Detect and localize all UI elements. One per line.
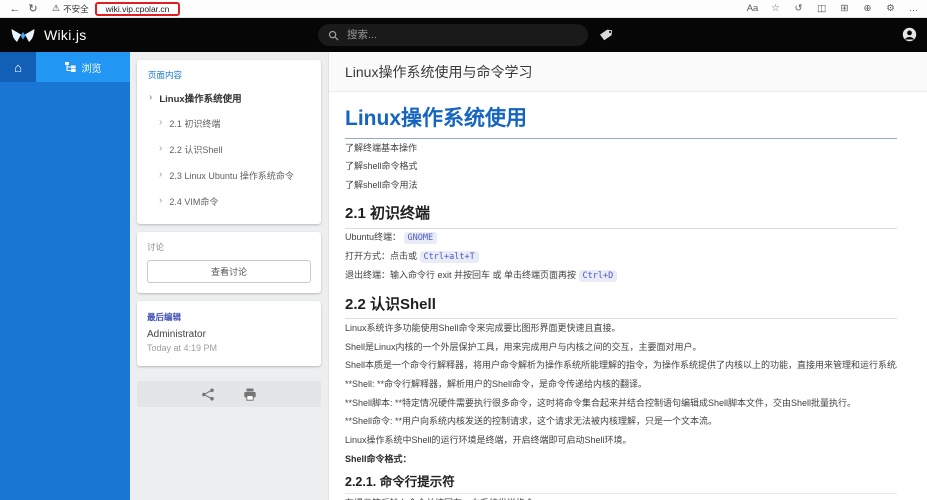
inline-code: Ctrl+D <box>578 270 618 283</box>
account-button[interactable] <box>902 27 917 47</box>
extensions-icon[interactable]: ⚙ <box>883 3 898 14</box>
last-edit-author: Administrator <box>147 329 206 340</box>
discussion-card: 讨论 查看讨论 <box>137 232 321 293</box>
inline-code: Ctrl+alt+T <box>419 251 479 264</box>
wikijs-logo-icon <box>11 28 35 42</box>
body-paragraph: Ubuntu终端： GNOME <box>345 229 897 248</box>
body-paragraph: **Shell: **命令行解释器，解析用户的Shell命令，是命令传递给内核的… <box>345 379 648 390</box>
toc-item-2-2[interactable]: › 2.2 认识Shell <box>147 136 311 162</box>
main-content: Linux操作系统使用与命令学习 Linux操作系统使用 了解终端基本操作 了解… <box>328 52 927 500</box>
history-icon[interactable]: ↺ <box>791 3 806 14</box>
search-icon <box>328 30 339 41</box>
article-body: Linux操作系统使用 了解终端基本操作 了解shell命令格式 了解shell… <box>329 92 927 500</box>
toc-item-label: 2.1 初识终端 <box>169 118 221 129</box>
tag-icon <box>599 29 613 41</box>
toc-item-2-4[interactable]: › 2.4 VIM命令 <box>147 188 311 214</box>
text: Ubuntu终端： <box>345 232 402 243</box>
intro-paragraph: 了解shell命令格式 <box>345 161 418 172</box>
chevron-right-icon: › <box>159 143 163 154</box>
text-size-icon[interactable]: Aa <box>745 3 760 14</box>
text: 打开方式：点击或 <box>345 251 418 262</box>
toc-item-label: 2.4 VIM命令 <box>169 196 219 207</box>
last-edit-time: Today at 4:19 PM <box>147 343 218 353</box>
toc-title: 页面内容 <box>148 70 183 80</box>
section-heading-2-2: 2.2 认识Shell <box>345 291 897 320</box>
account-icon <box>902 27 917 42</box>
toc-card: 页面内容 › Linux操作系统使用 › 2.1 初识终端 › 2.2 认识Sh… <box>137 60 321 224</box>
browse-label: 浏览 <box>81 63 102 75</box>
body-paragraph: 退出终端：输入命令行 exit 并按回车 或 单击终端页面再按 Ctrl+D <box>345 267 897 286</box>
print-icon <box>244 388 256 401</box>
inline-code: GNOME <box>403 232 438 245</box>
toc-root-item[interactable]: › Linux操作系统使用 <box>147 83 311 110</box>
app-header: Wiki.js <box>0 18 927 52</box>
chevron-right-icon: › <box>149 92 153 103</box>
app-logo[interactable]: Wiki.js <box>10 27 87 44</box>
chevron-right-icon: › <box>159 169 163 180</box>
warning-icon: ⚠ <box>52 3 61 13</box>
toc-item-label: 2.2 认识Shell <box>169 144 223 155</box>
tree-icon <box>64 62 76 72</box>
browse-button[interactable]: 浏览 <box>36 52 130 82</box>
more-menu-icon[interactable]: … <box>906 3 921 14</box>
back-icon[interactable]: ← <box>6 3 24 15</box>
chevron-right-icon: › <box>159 117 163 128</box>
print-button[interactable] <box>243 388 257 401</box>
body-paragraph: Linux操作系统中Shell的运行环境是终端，开启终端即可启动Shell环境。 <box>345 435 632 446</box>
browser-essentials-icon[interactable]: ⊕ <box>860 3 875 14</box>
toc-root-label: Linux操作系统使用 <box>159 94 242 105</box>
home-button[interactable]: ⌂ <box>0 52 36 82</box>
body-paragraph: 打开方式：点击或 Ctrl+alt+T <box>345 248 897 267</box>
page-actions-bar <box>137 381 321 407</box>
chevron-right-icon: › <box>159 195 163 206</box>
toc-item-2-1[interactable]: › 2.1 初识终端 <box>147 110 311 136</box>
section-heading-2-1: 2.1 初识终端 <box>345 200 897 229</box>
toc-item-label: 2.3 Linux Ubuntu 操作系统命令 <box>169 170 294 181</box>
reload-icon[interactable]: ↻ <box>24 2 42 15</box>
body-paragraph: Shell本质是一个命令行解释器，将用户命令解析为操作系统所能理解的指令，为操作… <box>345 360 897 371</box>
body-paragraph: 在提示符后输入命令并按回车，向系统发送指令 <box>345 494 897 500</box>
tags-button[interactable] <box>599 28 613 47</box>
page-header-band: Linux操作系统使用与命令学习 <box>329 52 927 92</box>
last-edit-label: 最后编辑 <box>147 312 182 322</box>
browser-chrome: ← ↻ ⚠ 不安全 wiki.vip.cpolar.cn Aa ☆ ↺ ◫ ⊞ … <box>0 0 927 18</box>
search-input[interactable] <box>345 28 555 42</box>
home-icon: ⌂ <box>14 59 22 75</box>
discussion-label: 讨论 <box>147 242 165 252</box>
page-title: Linux操作系统使用与命令学习 <box>345 63 533 80</box>
body-paragraph: Shell是Linux内核的一个外层保护工具，用来完成用户与内核之间的交互，主要… <box>345 341 702 352</box>
nav-rail: ⌂ 浏览 <box>0 52 130 500</box>
toc-column: 页面内容 › Linux操作系统使用 › 2.1 初识终端 › 2.2 认识Sh… <box>130 52 328 500</box>
app-title: Wiki.js <box>44 27 87 43</box>
toc-item-2-3[interactable]: › 2.3 Linux Ubuntu 操作系统命令 <box>147 162 311 188</box>
body-paragraph: **Shell脚本: **特定情况硬件需要执行很多命令，这时将命令集合起来并结合… <box>345 397 857 408</box>
url-text: wiki.vip.cpolar.cn <box>105 3 170 14</box>
body-paragraph: Linux系统许多功能使用Shell命令来完成要比图形界面更快速且直接。 <box>345 322 621 333</box>
body-paragraph: **Shell命令: **用户向系统内核发送的控制请求，这个请求无法被内核理解，… <box>345 416 718 427</box>
address-bar[interactable]: wiki.vip.cpolar.cn <box>94 1 181 16</box>
view-discussion-button[interactable]: 查看讨论 <box>147 260 311 283</box>
intro-paragraph: 了解shell命令用法 <box>345 180 418 191</box>
article-h1: Linux操作系统使用 <box>345 106 897 140</box>
section-heading-2-2-1: 2.2.1. 命令行提示符 <box>345 471 897 495</box>
text: 退出终端：输入命令行 exit 并按回车 或 单击终端页面再按 <box>345 270 577 281</box>
intro-paragraph: 了解终端基本操作 <box>345 142 418 153</box>
app-body: ⌂ 浏览 页面内容 › Linux操作系统使用 › 2.1 初识终端 › 2.2… <box>0 52 927 500</box>
shell-format-label: Shell命令格式： <box>345 453 412 464</box>
search-box[interactable] <box>318 24 588 46</box>
share-icon <box>202 388 214 400</box>
rail-buttons: ⌂ 浏览 <box>0 52 130 82</box>
share-button[interactable] <box>201 388 215 401</box>
site-security[interactable]: ⚠ 不安全 <box>52 3 89 15</box>
split-screen-icon[interactable]: ◫ <box>814 3 829 14</box>
favorites-icon[interactable]: ☆ <box>768 3 783 14</box>
last-edit-card: 最后编辑 Administrator Today at 4:19 PM <box>137 301 321 366</box>
collections-icon[interactable]: ⊞ <box>837 3 852 14</box>
security-label: 不安全 <box>63 3 89 14</box>
